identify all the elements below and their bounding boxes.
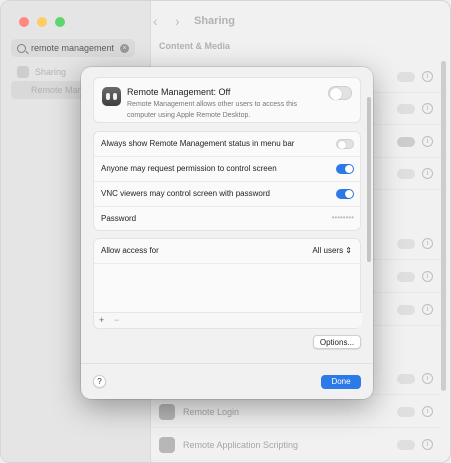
options-button[interactable]: Options...: [313, 335, 361, 349]
password-label: Password: [101, 214, 137, 223]
remote-management-toggle[interactable]: [328, 86, 352, 100]
password-field[interactable]: ••••••••: [332, 213, 354, 222]
option-row: Anyone may request permission to control…: [94, 157, 362, 182]
sheet-scrollbar[interactable]: [367, 97, 371, 262]
remote-management-sheet: Remote Management: Off Remote Management…: [81, 67, 373, 399]
vnc-password-toggle[interactable]: [336, 189, 354, 199]
header-title: Remote Management: Off: [127, 87, 231, 97]
access-label: Allow access for: [101, 246, 159, 255]
access-user-list[interactable]: [94, 263, 362, 314]
add-user-button[interactable]: +: [99, 315, 104, 325]
option-label: Anyone may request permission to control…: [101, 164, 277, 173]
options-card: Always show Remote Management status in …: [93, 131, 362, 232]
header-description: Remote Management allows other users to …: [127, 101, 298, 119]
remote-management-header: Remote Management: Off Remote Management…: [93, 77, 361, 123]
option-label: VNC viewers may control screen with pass…: [101, 189, 270, 198]
access-select[interactable]: All users ⇕: [312, 246, 352, 255]
done-button[interactable]: Done: [321, 375, 361, 389]
option-label: Always show Remote Management status in …: [101, 139, 295, 148]
access-card: Allow access for All users ⇕ + −: [93, 238, 362, 329]
remote-desktop-icon: [102, 87, 121, 106]
menu-bar-status-toggle[interactable]: [336, 139, 354, 149]
request-permission-toggle[interactable]: [336, 164, 354, 174]
remove-user-button[interactable]: −: [114, 315, 119, 325]
help-button[interactable]: ?: [93, 375, 106, 388]
footer-divider: [81, 363, 373, 364]
password-row: Password ••••••••: [94, 207, 362, 232]
access-list-tools: + −: [94, 312, 362, 328]
option-row: VNC viewers may control screen with pass…: [94, 182, 362, 207]
option-row: Always show Remote Management status in …: [94, 132, 362, 157]
